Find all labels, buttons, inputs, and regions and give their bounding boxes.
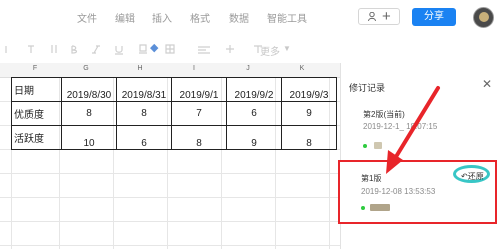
annotation-arrow [386,86,440,174]
